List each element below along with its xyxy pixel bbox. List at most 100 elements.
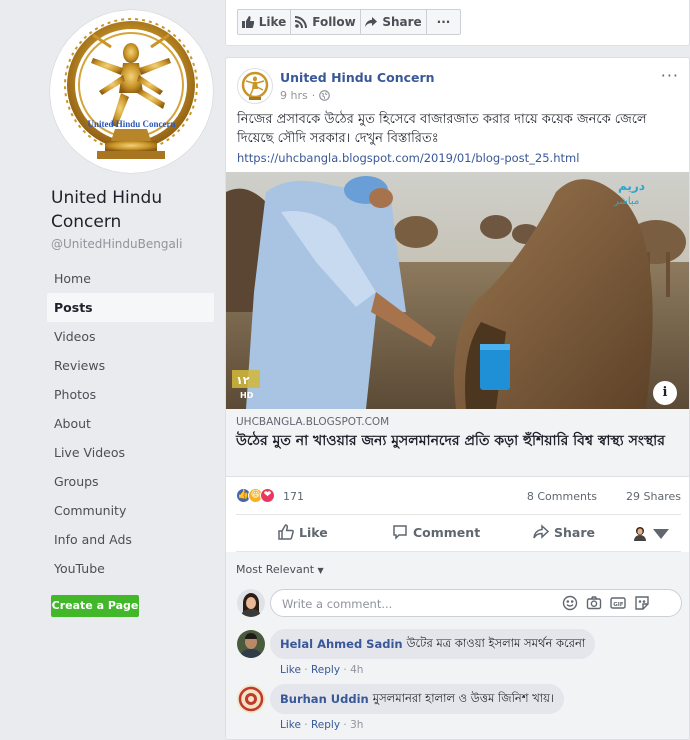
user-avatar-icon — [237, 685, 265, 713]
user-avatar-icon — [237, 589, 265, 617]
comments-count[interactable]: 8 Comments — [527, 490, 597, 503]
page-nav: Home Posts Videos Reviews Photos About L… — [47, 264, 214, 583]
comment-bubble-icon — [393, 525, 407, 540]
page-follow-button[interactable]: Follow — [291, 9, 361, 35]
link-preview[interactable]: i UHCBANGLA.BLOGSPOT.COM উঠের মুত না খাও… — [226, 381, 689, 477]
link-title[interactable]: উঠের মুত না খাওয়ার জন্য মুসলমানদের প্রত… — [236, 431, 681, 451]
nav-item-posts[interactable]: Posts — [47, 293, 214, 322]
page-share-label: Share — [382, 15, 422, 29]
info-icon[interactable]: i — [653, 381, 677, 405]
svg-text:GIF: GIF — [613, 602, 624, 608]
comment-reply-link[interactable]: Reply — [311, 664, 340, 676]
post-as-selector[interactable] — [632, 525, 669, 541]
page-like-label: Like — [258, 15, 287, 29]
reaction-icons[interactable]: 👍 😆 ❤ — [236, 488, 275, 503]
comment-text: মুসলমানরা হালাল ও উত্তম জিনিশ খায়। — [372, 690, 554, 705]
comments-section: Most Relevant ▼ Write a comment... GIF H… — [226, 552, 689, 739]
share-label: Share — [554, 524, 595, 540]
page-name[interactable]: United Hindu Concern — [51, 186, 221, 234]
page-handle[interactable]: @UnitedHinduBengali — [51, 237, 182, 251]
comment-bubble: Burhan Uddin মুসলমানরা হালাল ও উত্তম জিন… — [270, 684, 564, 714]
commenter-avatar[interactable] — [237, 685, 265, 713]
comment-sort-label: Most Relevant — [236, 563, 315, 576]
comment-reply-link[interactable]: Reply — [311, 719, 340, 731]
nav-item-videos[interactable]: Videos — [47, 322, 214, 351]
caret-down-icon — [653, 529, 669, 539]
gif-icon[interactable]: GIF — [610, 595, 626, 611]
page-share-button[interactable]: Share — [361, 9, 427, 35]
page-like-button[interactable]: Like — [237, 9, 291, 35]
nataraja-logo-icon — [53, 13, 210, 170]
camera-icon[interactable] — [586, 595, 602, 611]
page-profile-picture[interactable]: United Hindu Concern — [50, 10, 213, 173]
comment-input-placeholder: Write a comment... — [282, 597, 393, 611]
hd-watermark: HD — [240, 391, 254, 400]
post-author-avatar[interactable] — [237, 68, 273, 104]
post-video-thumbnail[interactable]: ١٢ HD دريم مباشر — [226, 172, 689, 409]
create-page-button[interactable]: Create a Page — [51, 595, 139, 617]
emoji-icon[interactable] — [562, 595, 578, 611]
like-button[interactable]: Like — [278, 524, 328, 540]
commenter-avatar[interactable] — [237, 630, 265, 658]
user-avatar-small-icon — [634, 527, 646, 541]
post-text: নিজের প্রসাবকে উঠের মুত হিসেবে বাজারজাত … — [237, 110, 682, 168]
comment-actions: Like · Reply · 3h — [280, 719, 364, 731]
comment-label: Comment — [413, 524, 481, 540]
comment-time[interactable]: 3h — [350, 719, 363, 731]
more-dots-icon: ··· — [436, 15, 451, 29]
user-avatar-icon — [237, 630, 265, 658]
thumbs-up-icon — [241, 16, 254, 28]
comment-bubble: Helal Ahmed Sadin উটের মত্র কাওয়া ইসলাম… — [270, 629, 596, 659]
current-user-avatar[interactable] — [237, 589, 265, 617]
sticker-icon[interactable] — [634, 595, 650, 611]
like-label: Like — [299, 524, 328, 540]
post-card: United Hindu Concern 9 hrs · ··· নিজের প… — [225, 57, 690, 740]
channel-watermark-bottom: مباشر — [613, 196, 639, 207]
nav-item-home[interactable]: Home — [47, 264, 214, 293]
post-author-name[interactable]: United Hindu Concern — [280, 70, 435, 85]
post-link[interactable]: https://uhcbangla.blogspot.com/2019/01/b… — [237, 149, 682, 168]
comment-text: উটের মত্র কাওয়া ইসলাম সমর্থন করেনা — [406, 635, 586, 650]
comment-like-link[interactable]: Like — [280, 719, 301, 731]
page-sidebar: United Hindu Concern United Hindu Concer… — [0, 0, 225, 740]
post-body-text: নিজের প্রসাবকে উঠের মুত হিসেবে বাজারজাত … — [237, 112, 647, 146]
rss-icon — [295, 16, 308, 28]
comment-actions: Like · Reply · 4h — [280, 664, 364, 676]
logo-text: United Hindu Concern — [87, 119, 176, 129]
page-follow-label: Follow — [312, 15, 356, 29]
hd-watermark-box: ١٢ — [236, 374, 250, 387]
page-more-button[interactable]: ··· — [427, 9, 461, 35]
share-outline-icon — [533, 524, 549, 539]
nav-item-live-videos[interactable]: Live Videos — [47, 438, 214, 467]
post-action-row: Like Comment Share — [236, 514, 681, 552]
comment-button[interactable]: Comment — [392, 524, 480, 540]
shares-count[interactable]: 29 Shares — [626, 490, 681, 503]
post-time[interactable]: 9 hrs — [280, 89, 308, 102]
nav-item-photos[interactable]: Photos — [47, 380, 214, 409]
share-arrow-icon — [365, 17, 378, 27]
nav-item-groups[interactable]: Groups — [47, 467, 214, 496]
commenter-name[interactable]: Burhan Uddin — [280, 692, 369, 706]
sort-caret-icon: ▼ — [317, 566, 324, 575]
post-meta: 9 hrs · — [280, 89, 331, 102]
comment-sort-dropdown[interactable]: Most Relevant ▼ — [236, 563, 324, 576]
nataraja-avatar-icon — [241, 71, 269, 100]
reactions-summary: 👍 😆 ❤ 171 8 Comments 29 Shares — [236, 486, 681, 508]
post-options-icon[interactable]: ··· — [661, 66, 679, 85]
commenter-name[interactable]: Helal Ahmed Sadin — [280, 637, 403, 651]
page-actions-bar: Like Follow Share ··· — [225, 0, 690, 46]
channel-watermark-top: دريم — [618, 179, 645, 193]
nav-item-reviews[interactable]: Reviews — [47, 351, 214, 380]
comment-time[interactable]: 4h — [350, 664, 363, 676]
share-button[interactable]: Share — [533, 524, 595, 540]
comment-input[interactable]: Write a comment... GIF — [270, 589, 682, 617]
globe-icon — [319, 90, 331, 101]
nav-item-info-and-ads[interactable]: Info and Ads — [47, 525, 214, 554]
reactions-count[interactable]: 171 — [283, 490, 304, 503]
nav-item-community[interactable]: Community — [47, 496, 214, 525]
link-domain: UHCBANGLA.BLOGSPOT.COM — [236, 416, 390, 428]
camel-scene-image: ١٢ HD دريم مباشر — [226, 172, 689, 409]
comment-like-link[interactable]: Like — [280, 664, 301, 676]
nav-item-youtube[interactable]: YouTube — [47, 554, 214, 583]
nav-item-about[interactable]: About — [47, 409, 214, 438]
